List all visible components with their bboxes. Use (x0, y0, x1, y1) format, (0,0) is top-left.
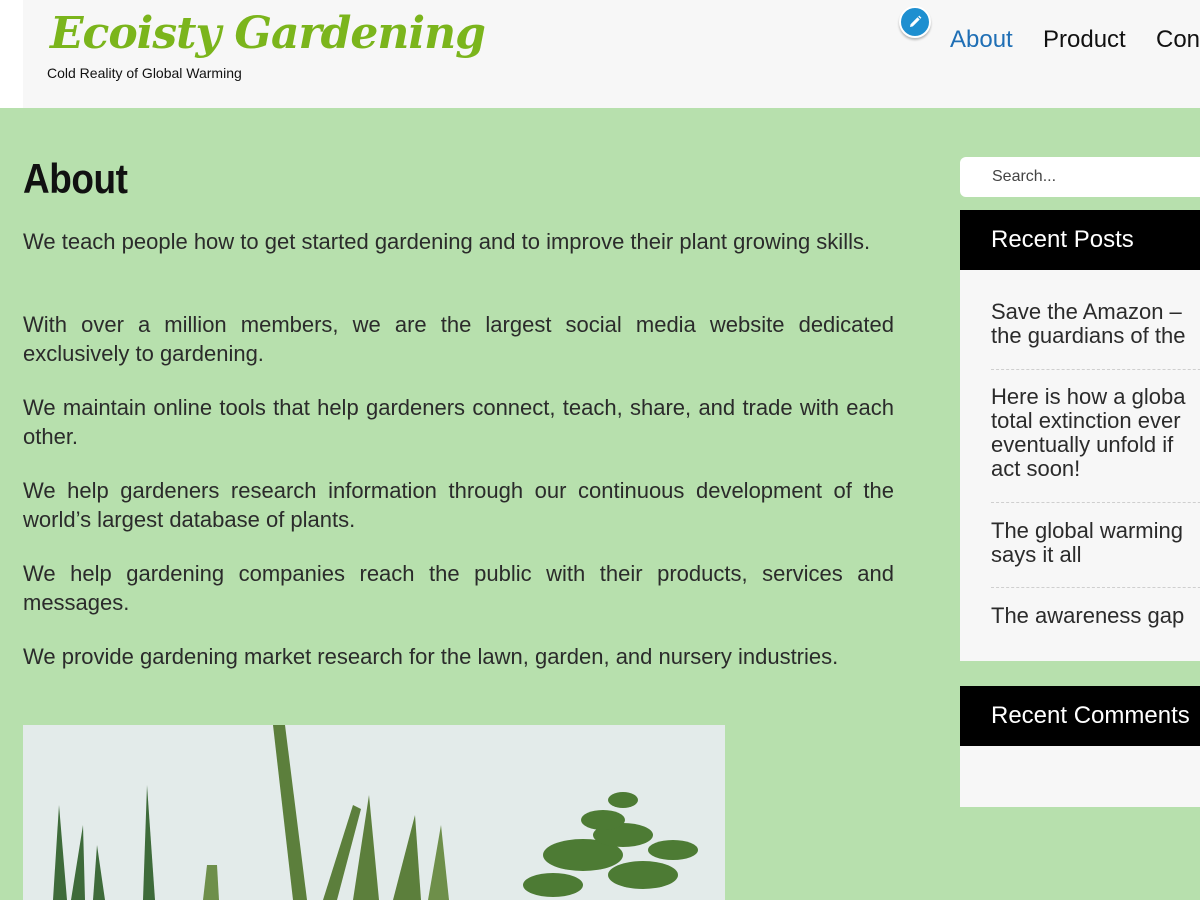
nav-item-product[interactable]: Product (1043, 26, 1126, 54)
recent-post-3-line-1: The global warming (991, 518, 1183, 543)
site-header: Ecoisty Gardening Cold Reality of Global… (0, 0, 1200, 108)
recent-post-4-line-1: The awareness gap (991, 603, 1185, 628)
recent-post-3-line-2: says it all (991, 542, 1082, 567)
about-paragraph-3: We maintain online tools that help garde… (23, 395, 894, 449)
recent-post-1-line-2: the guardians of the (991, 323, 1186, 348)
recent-posts-list: Save the Amazon – the guardians of the H… (960, 270, 1200, 661)
site-tagline: Cold Reality of Global Warming (47, 65, 242, 81)
recent-post-1-line-1: Save the Amazon – (991, 299, 1182, 324)
about-paragraph-5: We help gardening companies reach the pu… (23, 561, 894, 615)
recent-posts-title: Recent Posts (960, 210, 1200, 270)
plants-illustration (23, 725, 725, 900)
nav-item-contact[interactable]: Con (1156, 26, 1200, 54)
main-content: About We teach people how to get started… (23, 155, 894, 669)
recent-post-2-line-4: act soon! (991, 456, 1081, 481)
site-logo[interactable]: Ecoisty Gardening (50, 8, 486, 59)
about-paragraph-1: We teach people how to get started garde… (23, 229, 871, 254)
divider (991, 502, 1200, 503)
divider (991, 369, 1200, 370)
about-paragraph-4: We help gardeners research information t… (23, 478, 894, 532)
recent-comments-list (960, 746, 1200, 807)
plants-photo (23, 725, 725, 900)
recent-post-2-line-3: eventually unfold if (991, 432, 1174, 457)
recent-post-3[interactable]: The global warming says it all (991, 519, 1183, 567)
about-paragraph-6: We provide gardening market research for… (23, 644, 839, 669)
edit-button[interactable] (899, 6, 931, 38)
search-input[interactable] (990, 167, 1194, 187)
nav-item-about[interactable]: About (950, 26, 1013, 54)
recent-post-2[interactable]: Here is how a globa total extinction eve… (991, 385, 1185, 481)
about-paragraph-2: With over a million members, we are the … (23, 312, 894, 366)
search-box[interactable] (960, 157, 1200, 197)
page-title: About (23, 155, 128, 202)
pencil-icon (910, 15, 922, 27)
recent-post-4[interactable]: The awareness gap (991, 604, 1184, 628)
recent-post-2-line-2: total extinction ever (991, 408, 1181, 433)
divider (991, 587, 1200, 588)
recent-post-2-line-1: Here is how a globa (991, 384, 1186, 409)
recent-post-1[interactable]: Save the Amazon – the guardians of the (991, 300, 1185, 348)
recent-comments-title: Recent Comments (960, 686, 1200, 746)
